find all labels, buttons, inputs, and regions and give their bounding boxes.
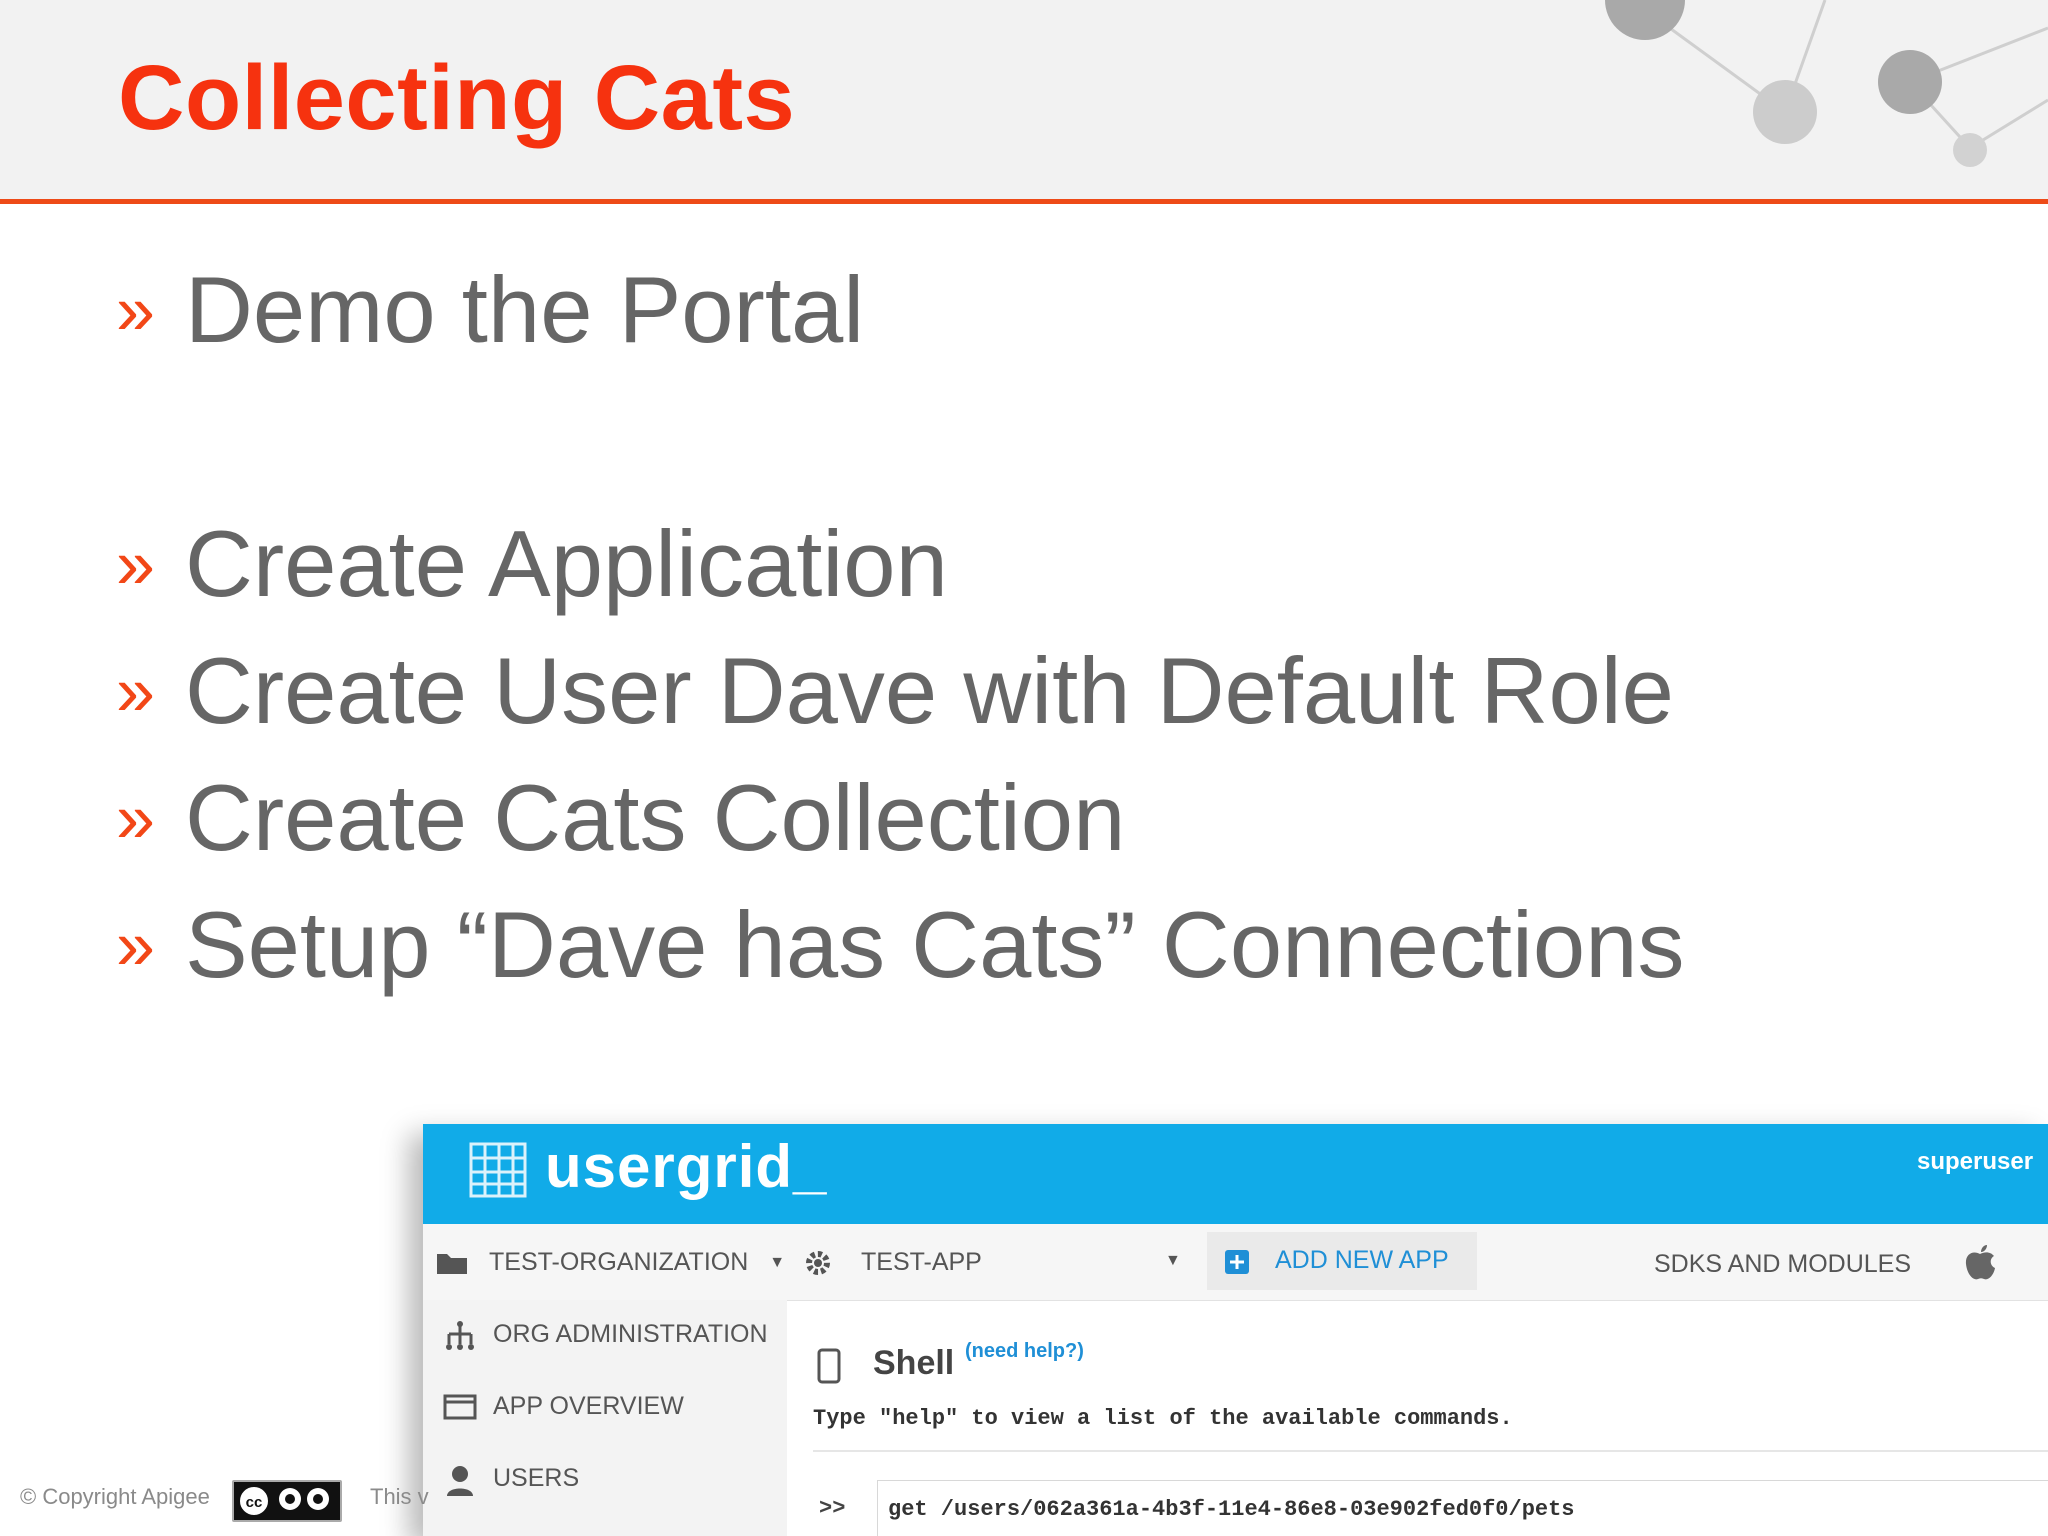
bullet-text: Create Cats Collection: [184, 765, 1126, 870]
slide-title: Collecting Cats: [118, 47, 796, 149]
copyright-text: © Copyright Apigee: [20, 1484, 210, 1509]
shell-title: Shell: [873, 1344, 955, 1382]
bullet-text: Create Application: [184, 511, 948, 616]
bullet-item: » Setup “Dave has Cats” Connections: [116, 891, 1685, 999]
chevron-down-icon: ▼: [769, 1254, 786, 1271]
shell-command-text: get /users/062a361a-4b3f-11e4-86e8-03e90…: [888, 1497, 1575, 1522]
shell-hint: Type "help" to view a list of the availa…: [813, 1406, 1513, 1431]
apple-icon[interactable]: [1963, 1244, 1997, 1282]
user-menu[interactable]: superuser: [1917, 1148, 2033, 1176]
add-new-app-button[interactable]: ADD NEW APP: [1207, 1232, 1477, 1290]
shell-help-link[interactable]: (need help?): [965, 1340, 1084, 1363]
bullet-marker: »: [116, 779, 155, 857]
window-icon: [443, 1394, 477, 1420]
bullet-marker: »: [116, 652, 155, 730]
bullet-marker: »: [116, 525, 155, 603]
divider: [813, 1450, 2048, 1452]
app-selector-label: TEST-APP: [861, 1248, 982, 1276]
usergrid-screenshot: usergrid_ superuser TEST-ORGANIZATION ▼ …: [423, 1124, 2048, 1536]
bullet-marker: »: [116, 906, 155, 984]
svg-text:cc: cc: [246, 1494, 263, 1511]
header-rule: [0, 199, 2048, 204]
sidebar-item-label: ORG ADMINISTRATION: [493, 1320, 768, 1348]
creative-commons-license-icon: cc: [232, 1480, 342, 1522]
sdks-modules-link[interactable]: SDKS AND MODULES: [1654, 1250, 1911, 1279]
org-selector-label: TEST-ORGANIZATION: [489, 1248, 749, 1276]
plus-icon: [1225, 1250, 1249, 1274]
bullet-marker: »: [116, 271, 155, 349]
bullet-text: Setup “Dave has Cats” Connections: [184, 892, 1685, 997]
license-note-truncated: This v: [370, 1484, 429, 1509]
usergrid-logo-text: usergrid_: [545, 1133, 828, 1200]
bullet-text: Demo the Portal: [184, 257, 865, 362]
bullet-text: Create User Dave with Default Role: [184, 638, 1674, 743]
bullet-item: » Demo the Portal: [116, 256, 864, 364]
add-new-app-label: ADD NEW APP: [1275, 1246, 1449, 1274]
gear-icon: [806, 1251, 830, 1275]
app-selector[interactable]: TEST-APP: [861, 1248, 982, 1277]
bullet-item: » Create Application: [116, 510, 948, 618]
shell-command-input[interactable]: get /users/062a361a-4b3f-11e4-86e8-03e90…: [877, 1480, 2048, 1536]
shell-prompt: >>: [819, 1496, 846, 1521]
bullet-item: » Create User Dave with Default Role: [116, 637, 1674, 745]
org-tree-icon: [446, 1321, 474, 1350]
sidebar-item-label: USERS: [493, 1464, 580, 1492]
bullet-item: » Create Cats Collection: [116, 764, 1125, 872]
org-selector[interactable]: TEST-ORGANIZATION ▼: [489, 1248, 785, 1277]
usergrid-logo-icon: [469, 1142, 527, 1198]
mobile-device-icon: [817, 1348, 841, 1384]
user-icon: [447, 1466, 473, 1496]
chevron-down-icon: ▼: [1165, 1252, 1181, 1269]
folder-icon: [437, 1254, 467, 1274]
shell-panel: Shell (need help?) Type "help" to view a…: [787, 1300, 2048, 1536]
sidebar-item-label: APP OVERVIEW: [493, 1392, 684, 1420]
